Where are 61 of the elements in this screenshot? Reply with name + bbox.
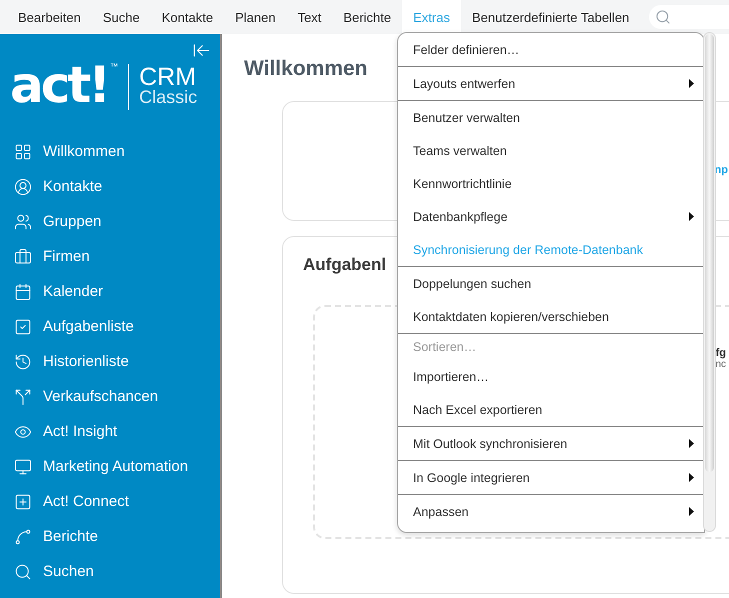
- sidebar-item[interactable]: Act! Connect: [0, 484, 220, 519]
- sidebar-item[interactable]: Kontakte: [0, 169, 220, 204]
- menu-item[interactable]: Kontaktdaten kopieren/verschieben: [398, 300, 704, 333]
- menu-tab[interactable]: Bearbeiten: [7, 0, 92, 34]
- menu-tab[interactable]: Benutzerdefinierte Tabellen: [460, 0, 640, 34]
- sidebar-item[interactable]: Historienliste: [0, 344, 220, 379]
- line-chart-icon: [14, 528, 32, 546]
- product-name: CRM: [139, 66, 198, 90]
- menu-item[interactable]: Importieren…: [398, 360, 704, 393]
- sidebar-item[interactable]: Verkaufschancen: [0, 379, 220, 414]
- menu-tab[interactable]: Text: [286, 0, 332, 34]
- sidebar-item[interactable]: Willkommen: [0, 134, 220, 169]
- trademark-sign: ™: [110, 62, 118, 71]
- monitor-icon: [14, 458, 32, 476]
- menu-item[interactable]: Layouts entwerfen: [398, 67, 704, 100]
- caret-icon: [689, 473, 694, 482]
- panel-title: fg: [716, 347, 726, 359]
- split-arrow-icon: [14, 388, 32, 406]
- menu-item[interactable]: Teams verwalten: [398, 134, 704, 167]
- menu-tab[interactable]: Suche: [92, 0, 151, 34]
- menu-item[interactable]: Felder definieren…: [398, 33, 704, 66]
- panel-text: nc: [715, 359, 726, 370]
- search-field[interactable]: [649, 5, 729, 29]
- caret-icon: [689, 212, 694, 221]
- menu-item[interactable]: Mit Outlook synchronisieren: [398, 427, 704, 460]
- briefcase-icon: [14, 248, 32, 266]
- sidebar-item[interactable]: Kalender: [0, 274, 220, 309]
- checkbox-icon: [14, 318, 32, 336]
- logo-wordmark: act!: [10, 60, 108, 110]
- search-icon: [655, 9, 671, 25]
- menu-tab[interactable]: Kontakte: [150, 0, 224, 34]
- sidebar-item[interactable]: Marketing Automation: [0, 449, 220, 484]
- search-icon: [14, 562, 32, 580]
- menu-item[interactable]: Benutzer verwalten: [398, 101, 704, 134]
- user-icon: [14, 178, 32, 196]
- caret-icon: [689, 79, 694, 88]
- edition-name: Classic: [139, 89, 198, 106]
- sidebar-item[interactable]: Berichte: [0, 519, 220, 554]
- card-heading: Aufgabenl: [303, 255, 386, 275]
- scrollbar[interactable]: [703, 32, 716, 532]
- menu-item[interactable]: Nach Excel exportieren: [398, 393, 704, 426]
- plus-square-icon: [14, 492, 32, 510]
- menu-item[interactable]: Datenbankpflege: [398, 200, 704, 233]
- menu-item[interactable]: In Google integrieren: [398, 461, 704, 494]
- page-title: Willkommen: [244, 57, 368, 81]
- menu-item[interactable]: Kennwortrichtlinie: [398, 167, 704, 200]
- menu-item[interactable]: Doppelungen suchen: [398, 267, 704, 300]
- history-icon: [14, 352, 32, 370]
- sidebar-item[interactable]: Gruppen: [0, 204, 220, 239]
- menu-tab[interactable]: Planen: [224, 0, 287, 34]
- menu-tab[interactable]: Berichte: [332, 0, 402, 34]
- grid-icon: [14, 142, 32, 160]
- calendar-icon: [14, 282, 32, 300]
- sidebar-item[interactable]: Aufgabenliste: [0, 309, 220, 344]
- caret-icon: [689, 439, 694, 448]
- sidebar-item[interactable]: Suchen: [0, 554, 220, 589]
- sidebar-item[interactable]: Act! Insight: [0, 414, 220, 449]
- caret-icon: [689, 507, 694, 516]
- menu-item[interactable]: Anpassen: [398, 495, 704, 528]
- sidebar-item[interactable]: Firmen: [0, 239, 220, 274]
- users-icon: [14, 212, 32, 230]
